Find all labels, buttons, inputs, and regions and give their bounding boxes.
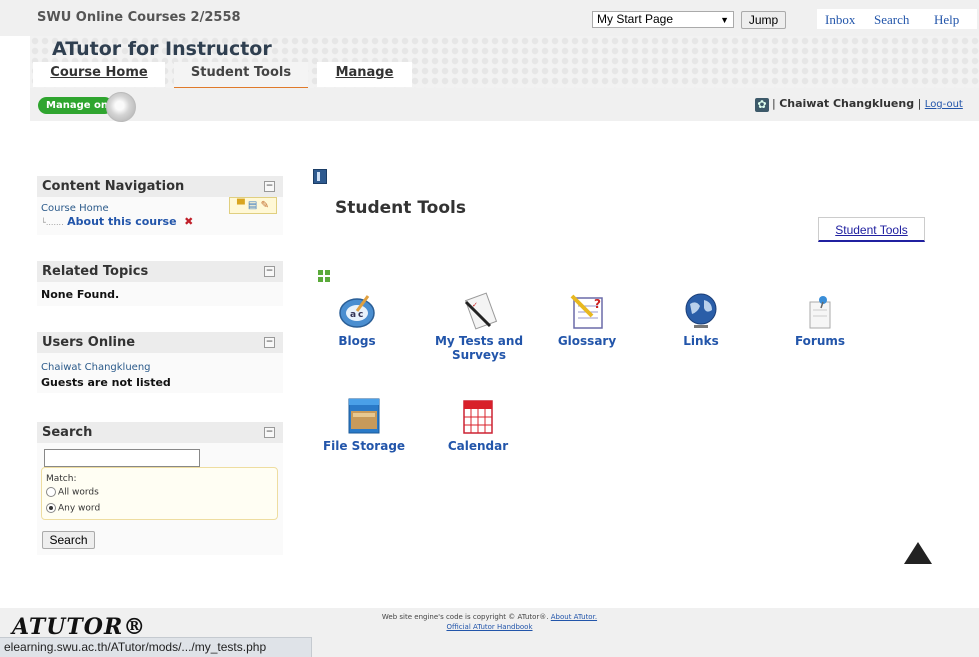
side-menu-toggle-icon[interactable] [313,169,327,184]
tool-links[interactable]: Links [651,292,751,348]
related-topics-title: Related Topics [42,264,149,279]
users-online-body: Chaiwat Changklueng Guests are not liste… [37,353,283,393]
collapse-icon[interactable]: − [264,181,275,192]
tool-my-tests-and-surveys[interactable]: ✓ My Tests and Surveys [429,292,529,362]
tree-branch-icon: └....... [41,218,64,227]
radio-all-words[interactable] [46,487,56,497]
tool-calendar[interactable]: Calendar [428,397,528,453]
related-topics-header[interactable]: Related Topics − [37,261,283,282]
student-tools-subtab[interactable]: Student Tools [818,217,925,242]
search-button[interactable]: Search [42,531,95,549]
tool-my-tests-label: My Tests and Surveys [434,334,524,362]
chevron-down-icon: ▼ [720,15,729,25]
file-storage-icon [345,397,383,435]
top-links: Inbox Search Help [817,9,977,29]
content-navigation-title: Content Navigation [42,179,185,194]
logout-link[interactable]: Log-out [925,99,963,110]
tool-forums[interactable]: Forums [770,292,870,348]
radio-any-word[interactable] [46,503,56,513]
about-atutor-link[interactable]: About ATutor. [551,613,597,621]
tool-calendar-label: Calendar [447,439,509,453]
tool-glossary-label: Glossary [557,334,617,348]
svg-text:a: a [350,310,356,320]
match-options: Match: All words Any word [41,467,278,520]
tab-course-home-label: Course Home [50,65,148,80]
status-bar-url: elearning.swu.ac.th/ATutor/mods/.../my_t… [0,637,312,657]
tab-manage-label: Manage [335,65,394,80]
about-course-link[interactable]: About this course [67,215,176,228]
collapse-icon[interactable]: − [264,427,275,438]
start-page-select-value: My Start Page [597,12,674,26]
help-link[interactable]: Help [934,12,959,28]
course-title: ATutor for Instructor [52,38,272,60]
tab-student-tools[interactable]: Student Tools [174,62,308,89]
tool-blogs-label: Blogs [338,334,376,348]
svg-text:?: ? [594,297,601,311]
scroll-to-top-icon[interactable] [904,542,932,564]
tab-course-home[interactable]: Course Home [33,62,165,87]
collapse-icon[interactable]: − [264,266,275,277]
search-input[interactable] [44,449,200,467]
user-name: Chaiwat Changklueng [779,97,915,110]
svg-text:c: c [358,310,363,320]
user-area: | Chaiwat Changklueng | Log-out [772,97,963,110]
search-link[interactable]: Search [874,12,909,28]
globe-icon [682,292,720,330]
search-header[interactable]: Search − [37,422,283,443]
copyright-text: Web site engine's code is copyright © AT… [381,613,549,621]
collapse-icon[interactable]: − [264,337,275,348]
match-any-word[interactable]: Any word [46,503,100,514]
content-navigation-header[interactable]: Content Navigation − [37,176,283,197]
student-tools-subtab-label: Student Tools [835,223,908,237]
start-page-select[interactable]: My Start Page ▼ [592,11,734,28]
nav-tree-item: └....... About this course ✖ [41,215,193,228]
tab-student-tools-label: Student Tools [190,65,292,80]
add-page-icon[interactable]: ▤ [248,200,257,211]
grid-view-icon[interactable] [318,270,330,282]
jump-button[interactable]: Jump [741,11,786,29]
search-title: Search [42,425,93,440]
copyright: Web site engine's code is copyright © AT… [0,612,979,632]
delete-icon[interactable]: ✖ [184,215,193,228]
edit-pencil-icon[interactable]: ✎ [261,200,269,211]
tests-icon: ✓ [460,292,498,330]
any-word-label: Any word [58,503,101,514]
blogs-icon: a c [338,292,376,330]
tool-links-label: Links [683,334,719,348]
tab-manage[interactable]: Manage [317,62,412,87]
site-name[interactable]: SWU Online Courses 2/2558 [37,10,241,25]
toggle-knob-icon[interactable] [106,92,136,122]
page-title: Student Tools [335,198,466,218]
tool-file-storage-label: File Storage [322,439,406,453]
guests-note: Guests are not listed [41,376,171,389]
match-label: Match: [46,474,77,484]
related-topics-empty: None Found. [41,288,120,301]
match-all-words[interactable]: All words [46,487,99,498]
calendar-icon [459,397,497,435]
forums-icon [801,292,839,330]
settings-icon[interactable]: ✿ [755,98,769,112]
all-words-label: All words [58,487,99,498]
manage-toggle[interactable]: Manage on [38,97,113,114]
handbook-link[interactable]: Official ATutor Handbook [446,623,532,631]
glossary-icon: ? [568,292,606,330]
tool-file-storage[interactable]: File Storage [314,397,414,453]
nav-tools: ▀ ▤ ✎ [229,197,277,214]
svg-text:✓: ✓ [472,301,478,309]
add-folder-icon[interactable]: ▀ [237,200,245,211]
tool-blogs[interactable]: a c Blogs [307,292,407,348]
related-topics-body: None Found. [37,282,283,306]
inbox-link[interactable]: Inbox [825,12,855,28]
tool-forums-label: Forums [794,334,846,348]
users-online-header[interactable]: Users Online − [37,332,283,353]
users-online-title: Users Online [42,335,136,350]
tool-glossary[interactable]: ? Glossary [537,292,637,348]
course-home-link[interactable]: Course Home [41,203,109,214]
online-user-link[interactable]: Chaiwat Changklueng [41,362,151,373]
